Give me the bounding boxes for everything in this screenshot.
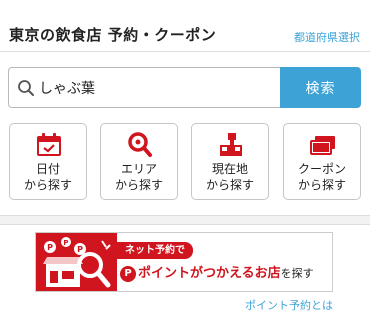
page-header: 東京の飲食店 予約・クーポン 都道府県選択 [0,0,370,52]
magnifier-icon [128,132,152,157]
map-pin-icon [220,133,242,156]
banner-tag: ネット予約で [117,242,193,259]
search-button[interactable]: 検索 [280,67,361,108]
search-input[interactable] [39,76,275,100]
banner-text: P ポイントがつかえるお店を探す [120,265,314,284]
search-by-location-button[interactable]: 現在地 から探す [191,123,269,200]
calendar-icon [37,133,61,156]
category-label-line2: から探す [297,178,346,192]
search-by-coupon-button[interactable]: クーポン から探す [283,123,361,200]
search-by-date-button[interactable]: 日付 から探す [9,123,87,200]
point-section: P P P ネット予約で P ポイントがつかえるお店を探す ポイント予約とは [0,224,370,329]
category-label-line1: クーポン [297,162,346,176]
category-label-line1: 日付 [35,162,60,176]
banner-main-text: ポイントがつかえるお店 [138,266,281,281]
coupon-icon [310,136,335,155]
search-by-area-button[interactable]: エリア から探す [100,123,178,200]
point-reservation-info-link[interactable]: ポイント予約とは [245,297,333,313]
banner-suffix-text: を探す [280,267,314,280]
category-label-line1: 現在地 [211,162,248,176]
category-label-line2: から探す [23,178,72,192]
point-p-icon: P [120,266,136,282]
search-icon [18,80,34,96]
shop-search-illustration: P P P [43,237,111,288]
search-box[interactable] [8,67,280,108]
svg-text:P: P [47,243,53,252]
svg-text:P: P [63,239,68,247]
category-label-line2: から探す [205,178,254,192]
category-label-line1: エリア [120,162,157,176]
page-title: 東京の飲食店 予約・クーポン [9,26,217,44]
category-label-line2: から探す [114,178,163,192]
point-shop-banner[interactable]: P P P ネット予約で P ポイントがつかえるお店を探す [35,232,333,292]
prefecture-select-link[interactable]: 都道府県選択 [294,29,360,45]
banner-illustration: P P P [36,233,117,291]
search-section: 検索 日付 から探す エリア から探す [0,52,370,216]
svg-text:P: P [77,245,83,254]
